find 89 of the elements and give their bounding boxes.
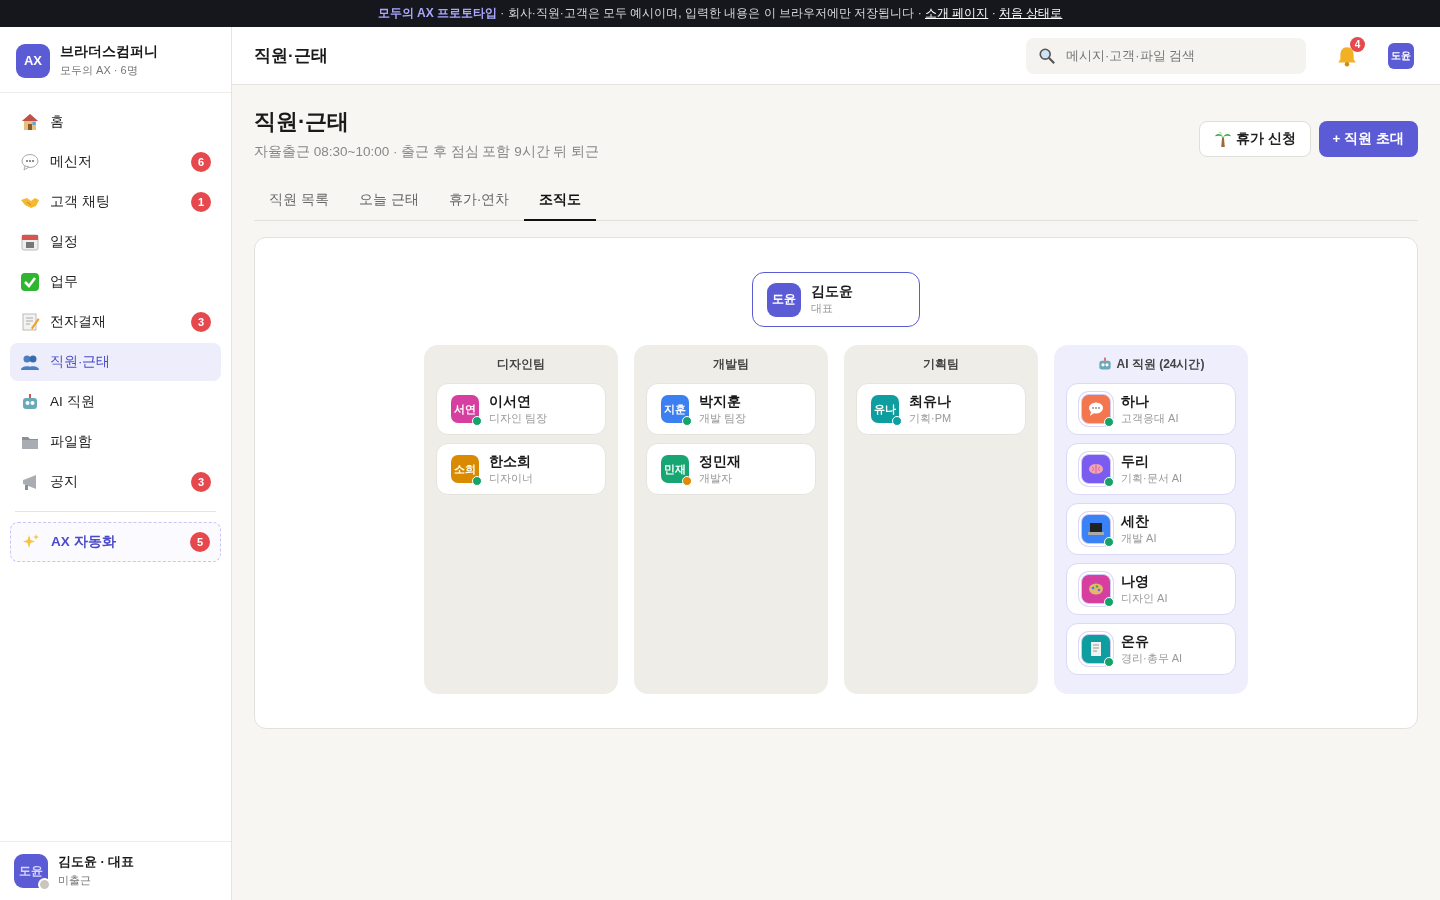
nav-item[interactable]: 홈 xyxy=(10,103,221,141)
member-name: 김도윤 xyxy=(811,283,853,301)
calendar-icon xyxy=(20,232,40,252)
member-name: 한소희 xyxy=(489,452,532,471)
member-avatar: 민재 xyxy=(661,455,689,483)
nav-item[interactable]: 업무 xyxy=(10,263,221,301)
company-name: 브라더스컴퍼니 xyxy=(60,43,158,61)
member-name: 세찬 xyxy=(1121,512,1150,531)
search-field[interactable]: 메시지·고객·파일 검색 xyxy=(1026,37,1306,74)
member-avatar: 유나 xyxy=(871,395,899,423)
automation-item[interactable]: AX 자동화 5 xyxy=(10,522,221,562)
user-status: 미출근 xyxy=(58,873,92,888)
speech-bubble-icon xyxy=(20,152,40,172)
count-badge: 3 xyxy=(191,312,211,332)
member-card[interactable]: 나영 디자인 AI xyxy=(1066,563,1236,615)
nav-item[interactable]: 일정 xyxy=(10,223,221,261)
member-role: 개발자 xyxy=(699,470,733,486)
member-role: 디자인 AI xyxy=(1121,590,1168,606)
house-icon xyxy=(20,112,40,132)
palm-tree-icon xyxy=(1213,130,1232,148)
member-avatar: 서연 xyxy=(451,395,479,423)
tab[interactable]: 휴가·연차 xyxy=(433,181,525,221)
member-card[interactable]: 유나 최유나 기획·PM xyxy=(856,383,1026,435)
nav-item[interactable]: AI 직원 xyxy=(10,383,221,421)
tab[interactable]: 조직도 xyxy=(524,181,597,221)
robot-icon xyxy=(20,392,40,412)
member-avatar: 도윤 xyxy=(767,282,801,317)
tab[interactable]: 직원 목록 xyxy=(254,181,344,221)
ceo-card[interactable]: 도윤 김도윤 대표 xyxy=(752,272,920,327)
banner-link[interactable]: 소개 페이지 xyxy=(925,6,989,20)
checkmark-icon xyxy=(20,272,40,292)
member-name: 두리 xyxy=(1121,452,1150,471)
page-title: 직원·근태 xyxy=(254,108,351,136)
user-avatar: 도윤 xyxy=(14,854,48,888)
search-icon xyxy=(1038,46,1056,65)
member-card[interactable]: 민재 정민재 개발자 xyxy=(646,443,816,495)
robot-icon xyxy=(1097,356,1114,372)
header-title: 직원·근태 xyxy=(254,45,329,67)
invite-button[interactable]: + 직원 초대 xyxy=(1318,121,1418,157)
member-role: 경리·총무 AI xyxy=(1121,650,1183,666)
member-card[interactable]: 지훈 박지훈 개발 팀장 xyxy=(646,383,816,435)
team-name: 디자인팀 xyxy=(497,355,545,373)
member-role: 기획·PM xyxy=(909,410,952,426)
member-card[interactable]: 세찬 개발 AI xyxy=(1066,503,1236,555)
team-name: AI 직원 (24시간) xyxy=(1116,355,1205,373)
company-subtitle: 모두의 AX · 6명 xyxy=(60,63,139,78)
member-name: 최유나 xyxy=(909,392,952,411)
company-logo: AX xyxy=(16,43,50,78)
count-badge: 6 xyxy=(191,152,211,172)
count-badge: 1 xyxy=(191,192,211,212)
member-avatar: 소희 xyxy=(451,455,479,483)
member-avatar: 지훈 xyxy=(661,395,689,423)
nav-item[interactable]: 파일함 xyxy=(10,423,221,461)
nav-item[interactable]: 전자결재 3 xyxy=(10,303,221,341)
tab[interactable]: 오늘 근태 xyxy=(343,181,434,221)
count-badge: 3 xyxy=(191,472,211,492)
memo-icon xyxy=(20,312,40,332)
team-name: 기획팀 xyxy=(923,355,959,373)
member-name: 박지훈 xyxy=(699,392,742,411)
member-name: 정민재 xyxy=(699,452,741,471)
nav-item[interactable]: 메신저 6 xyxy=(10,143,221,181)
member-role: 대표 xyxy=(811,301,834,316)
member-card[interactable]: 하나 고객응대 AI xyxy=(1066,383,1236,435)
nav-item[interactable]: 고객 채팅 1 xyxy=(10,183,221,221)
nav-item[interactable]: 공지 3 xyxy=(10,463,221,501)
page-subtitle: 자율출근 08:30~10:00 · 출근 후 점심 포함 9시간 뒤 퇴근 xyxy=(254,143,600,161)
banner-link[interactable]: 처음 상태로 xyxy=(999,6,1063,20)
member-name: 나영 xyxy=(1121,572,1150,591)
count-badge: 5 xyxy=(190,532,210,552)
notice-text: 모두의 AX 프로토타입 · 회사·직원·고객은 모두 예시이며, 입력한 내용은 이 브라우저에만 저장됩니다 · 소개 페이지 · 처음 상태로 xyxy=(377,5,1063,22)
member-name: 하나 xyxy=(1121,392,1150,411)
notification-badge: 4 xyxy=(1350,36,1365,52)
user-avatar[interactable]: 도윤 xyxy=(1388,42,1414,69)
member-role: 기획·문서 AI xyxy=(1121,470,1183,486)
user-name: 김도윤 · 대표 xyxy=(58,854,135,871)
leave-request-button[interactable]: 휴가 신청 xyxy=(1198,121,1311,157)
member-role: 개발 팀장 xyxy=(699,410,747,426)
member-card[interactable]: 두리 기획·문서 AI xyxy=(1066,443,1236,495)
member-card[interactable]: 온유 경리·총무 AI xyxy=(1066,623,1236,675)
nav-item[interactable]: 직원·근태 xyxy=(10,343,221,381)
member-role: 디자이너 xyxy=(489,470,533,486)
member-card[interactable]: 서연 이서연 디자인 팀장 xyxy=(436,383,606,435)
member-card[interactable]: 소희 한소희 디자이너 xyxy=(436,443,606,495)
team-name: 개발팀 xyxy=(713,355,749,373)
member-role: 개발 AI xyxy=(1121,530,1157,546)
member-role: 디자인 팀장 xyxy=(489,410,548,426)
member-name: 온유 xyxy=(1121,632,1150,651)
member-role: 고객응대 AI xyxy=(1121,410,1179,426)
member-name: 이서연 xyxy=(489,392,532,411)
